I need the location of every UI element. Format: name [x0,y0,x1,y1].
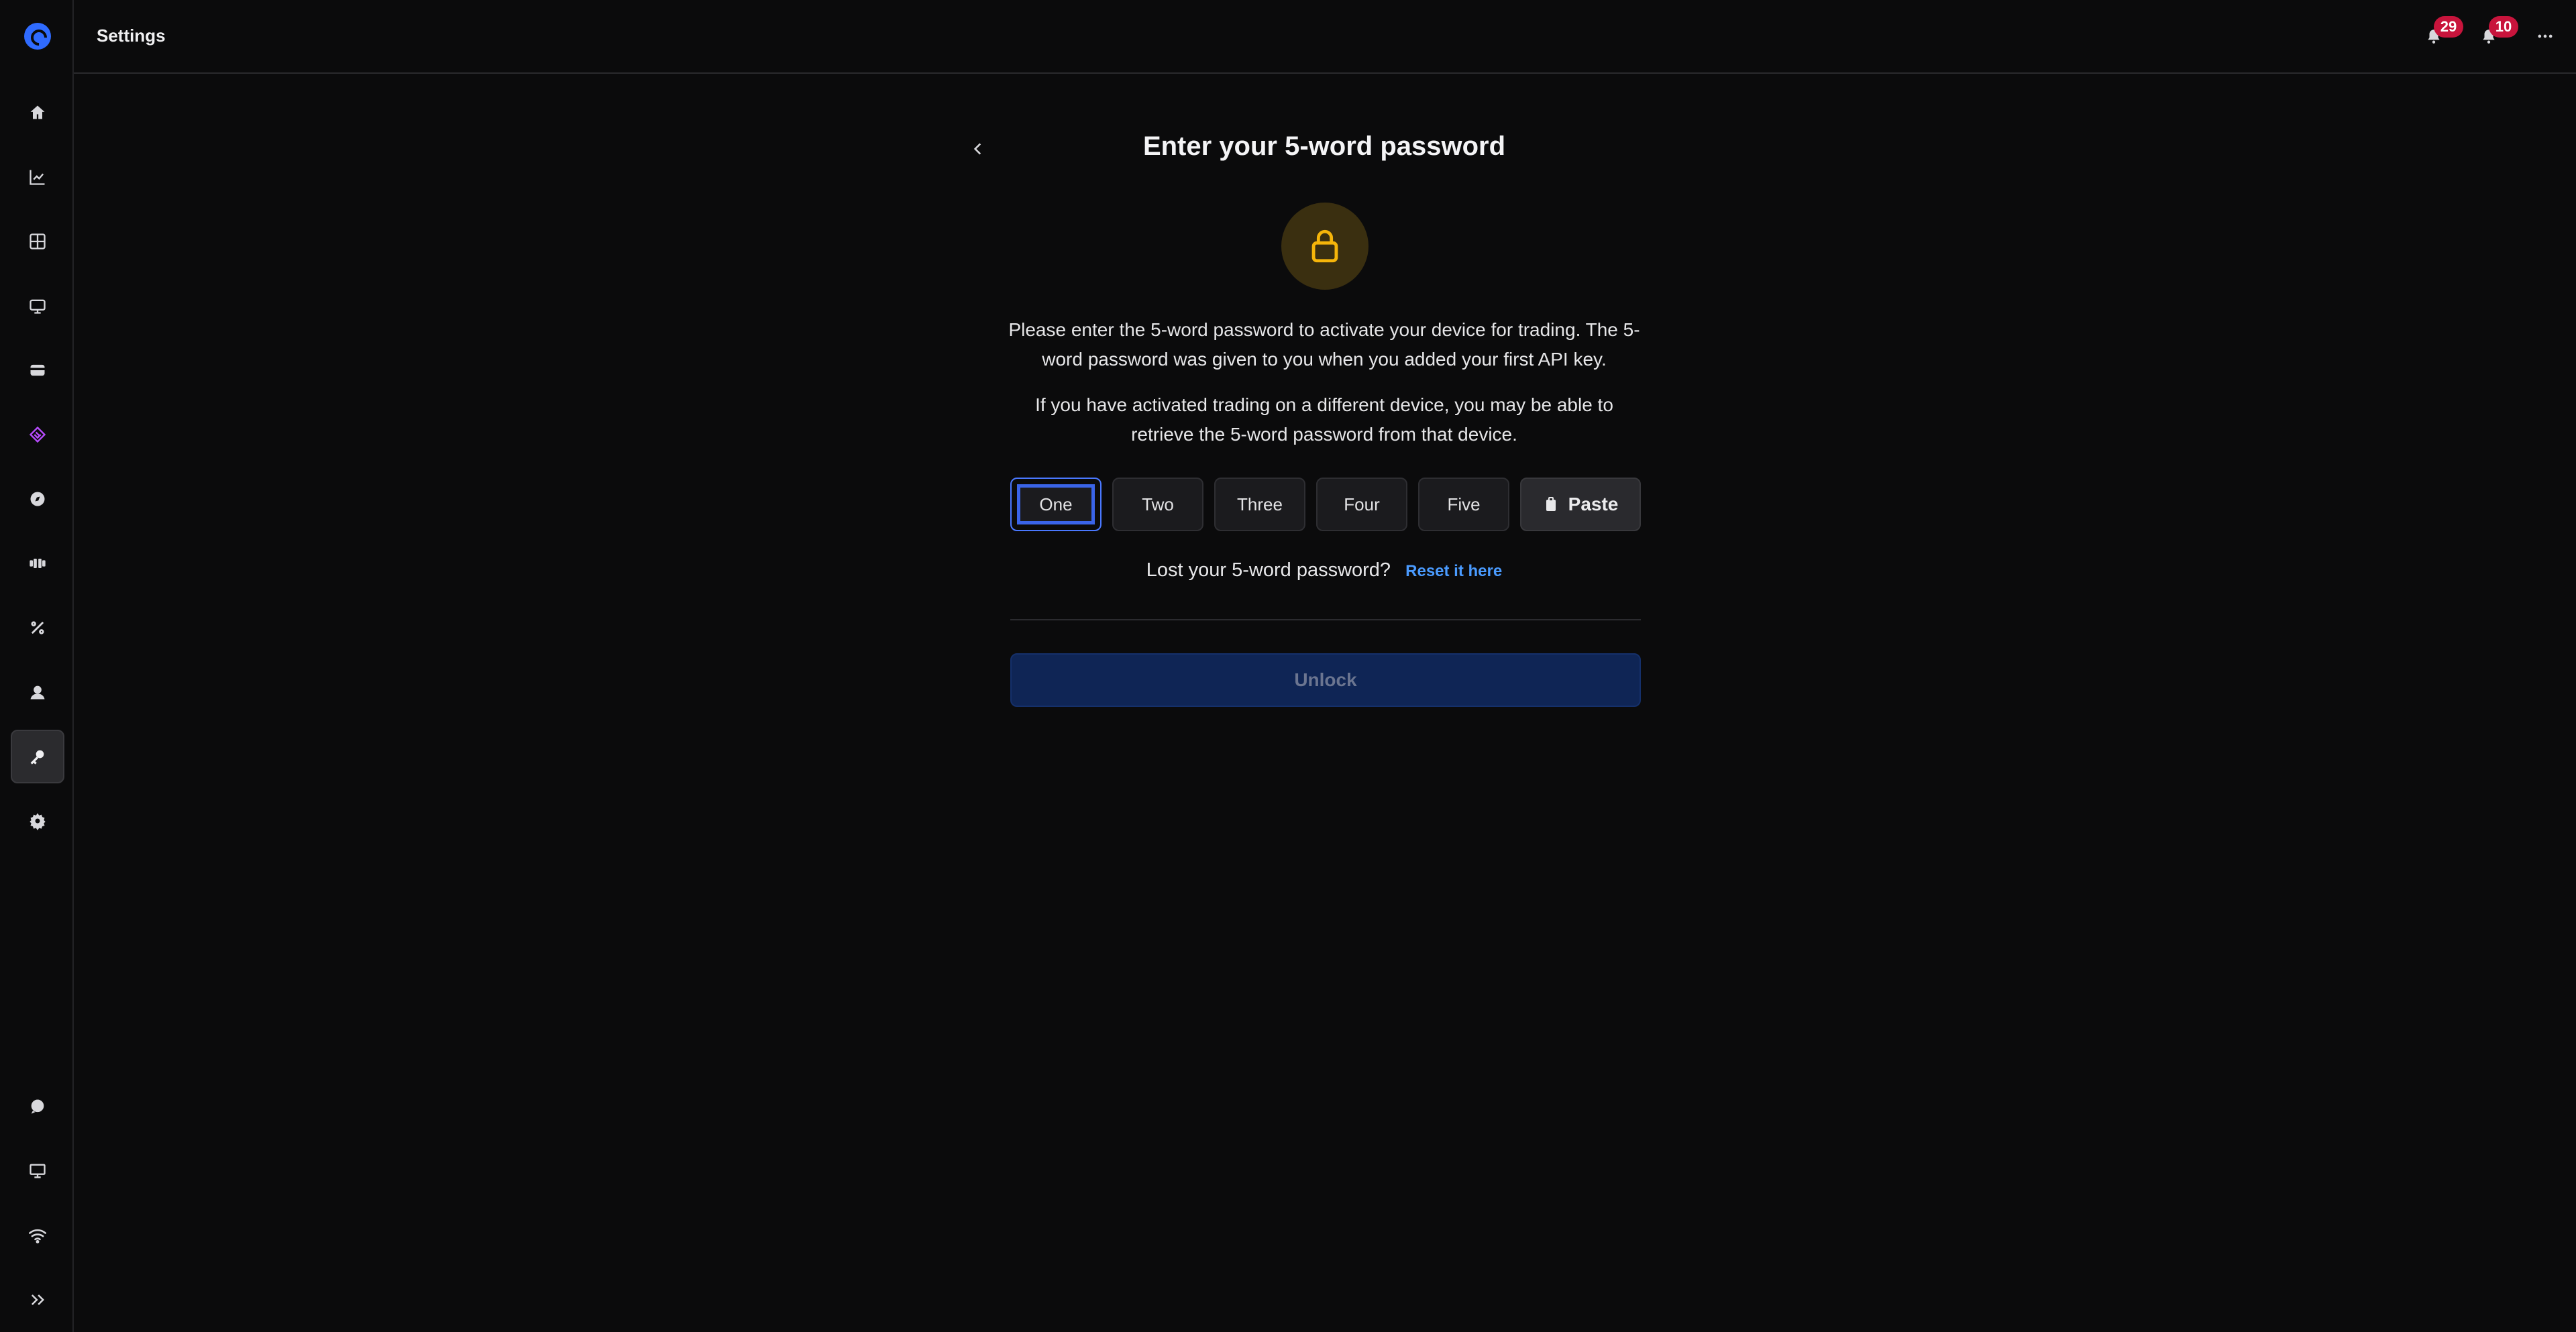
key-icon[interactable] [11,730,64,783]
page-title: Settings [97,25,166,46]
app-logo[interactable] [24,23,51,50]
terminal-icon[interactable] [11,279,64,333]
layers-icon[interactable] [11,408,64,461]
chart-icon[interactable] [11,150,64,204]
other-device-text: If you have activated trading on a diffe… [1035,394,1613,445]
word-4-input[interactable] [1316,478,1407,531]
lock-icon [1311,229,1338,263]
chevron-left-icon [973,143,981,155]
more-horizontal-icon [2538,34,2553,38]
home-icon[interactable] [11,86,64,140]
instructions-text: Please enter the 5-word password to acti… [1008,319,1640,370]
sidebar [0,0,74,1332]
word-1-input[interactable] [1010,478,1102,531]
divider [1010,619,1641,620]
user-icon[interactable] [11,665,64,719]
paste-label: Paste [1568,494,1619,514]
clipboard-icon [1546,497,1556,511]
grid-icon[interactable] [11,215,64,268]
gear-icon[interactable] [11,794,64,848]
more-options-button[interactable] [2532,23,2559,50]
reset-password-link[interactable]: Reset it here [1405,562,1502,580]
page-heading: Enter your 5-word password [1142,131,1506,161]
lost-password-text: Lost your 5-word password? [1146,559,1391,581]
lost-password-row: Lost your 5-word password? Reset it here [1010,559,1638,581]
wallet-icon[interactable] [11,343,64,397]
back-button[interactable] [966,135,990,162]
compass-icon[interactable] [11,472,64,526]
top-bar: Settings 29 10 [74,0,2576,74]
wifi-icon[interactable] [11,1209,64,1262]
notifications-badge: 10 [2489,16,2518,38]
word-2-input[interactable] [1112,478,1203,531]
alerts-badge: 29 [2434,16,2463,38]
expand-icon[interactable] [11,1273,64,1327]
chat-icon[interactable] [11,1080,64,1133]
unlock-button[interactable]: Unlock [1010,653,1641,707]
word-5-input[interactable] [1418,478,1509,531]
bot-icon[interactable] [11,537,64,590]
alerts-button[interactable]: 29 [2420,16,2463,50]
percent-icon[interactable] [11,601,64,655]
paste-button[interactable]: Paste [1520,478,1641,531]
word-3-input[interactable] [1214,478,1305,531]
notifications-button[interactable]: 10 [2475,16,2518,50]
monitor-icon[interactable] [11,1144,64,1198]
lock-badge [1281,203,1368,290]
